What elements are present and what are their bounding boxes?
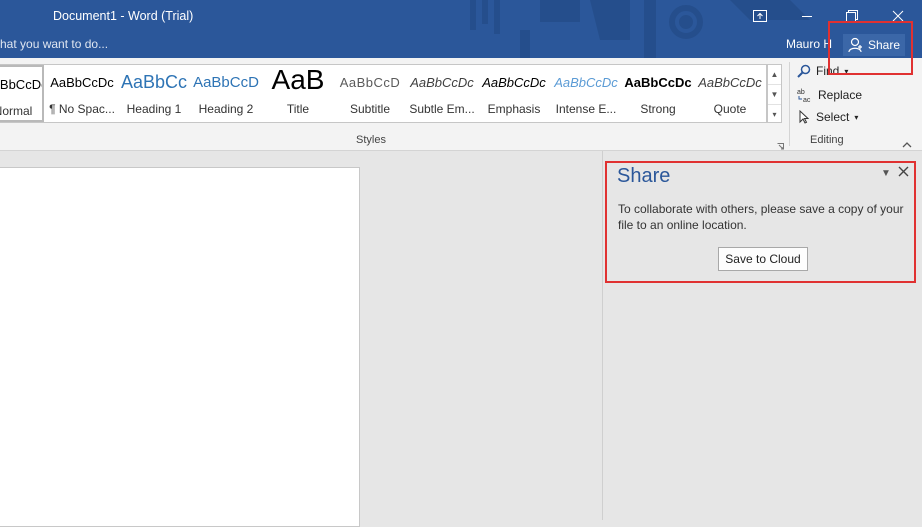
group-separator	[789, 62, 790, 146]
replace-icon: abac	[797, 89, 811, 103]
find-label: Find	[816, 64, 840, 78]
style-quote[interactable]: AaBbCcDc Quote	[694, 65, 766, 122]
styles-gallery: AaBbCcDc Normal AaBbCcDc ¶ No Spac... Aa…	[0, 64, 767, 123]
styles-dialog-launcher-icon[interactable]	[777, 137, 784, 150]
style-label: Emphasis	[487, 102, 541, 116]
style-sample: AaBbCcD	[193, 74, 259, 91]
close-button[interactable]	[887, 6, 909, 26]
style-label: Intense E...	[555, 102, 617, 116]
minimize-icon	[802, 16, 812, 17]
ribbon-display-icon	[753, 10, 767, 22]
svg-text:ac: ac	[803, 97, 811, 103]
select-label: Select	[816, 110, 850, 124]
scroll-down-icon[interactable]: ▼	[768, 85, 781, 105]
pane-close-icon[interactable]	[898, 164, 909, 180]
style-sample: AaB	[271, 65, 325, 95]
select-cursor-icon	[799, 110, 810, 124]
style-intense-emphasis[interactable]: AaBbCcDc Intense E...	[550, 65, 622, 122]
share-pane-title: Share	[617, 165, 671, 187]
style-sample: AaBbCcDc	[554, 75, 618, 90]
svg-text:ab: ab	[797, 89, 805, 96]
style-heading-2[interactable]: AaBbCcD Heading 2	[190, 65, 262, 122]
style-sample: AaBbCcDc	[410, 75, 474, 90]
style-sample: AaBbCcDc	[698, 75, 762, 90]
style-label: Title	[286, 102, 310, 116]
style-label: ¶ No Spac...	[49, 102, 115, 116]
select-dropdown-icon: ▾	[854, 112, 859, 122]
share-pane-message: To collaborate with others, please save …	[618, 202, 904, 232]
style-sample: AaBbCcDc	[482, 75, 546, 90]
save-to-cloud-button[interactable]: Save to Cloud	[718, 247, 808, 271]
style-label: Strong	[640, 102, 676, 116]
styles-group-label: Styles	[356, 134, 386, 146]
share-button[interactable]: Share	[843, 34, 905, 56]
share-button-label: Share	[868, 38, 901, 52]
find-button[interactable]: Find ▾	[797, 64, 848, 78]
style-label: Heading 2	[198, 102, 254, 116]
style-heading-1[interactable]: AaBbCc Heading 1	[118, 65, 190, 122]
document-canvas	[0, 151, 602, 527]
select-button[interactable]: Select ▾	[797, 110, 858, 124]
document-title: Document1 - Word (Trial)	[53, 9, 194, 23]
replace-label: Replace	[818, 88, 863, 102]
ribbon-display-options-button[interactable]	[749, 6, 771, 26]
tell-me-search[interactable]: hat you want to do...	[0, 37, 108, 51]
style-label: Normal	[0, 104, 33, 118]
restore-button[interactable]	[841, 6, 863, 26]
find-dropdown-icon: ▾	[844, 66, 849, 76]
share-pane: Share ▼ To collaborate with others, plea…	[602, 151, 922, 520]
replace-button[interactable]: ab ac Replace	[797, 87, 862, 103]
style-label: Quote	[713, 102, 747, 116]
restore-icon	[846, 10, 858, 22]
minimize-button[interactable]	[796, 6, 818, 26]
more-styles-icon[interactable]: ▾	[768, 105, 781, 124]
style-label: Subtle Em...	[409, 102, 475, 116]
style-strong[interactable]: AaBbCcDc Strong	[622, 65, 694, 122]
user-name[interactable]: Mauro H	[786, 37, 832, 51]
style-sample: AaBbCcDc	[50, 75, 114, 90]
scroll-up-icon[interactable]: ▲	[768, 65, 781, 85]
style-label: Heading 1	[126, 102, 182, 116]
style-normal[interactable]: AaBbCcDc Normal	[0, 65, 44, 122]
ribbon: AaBbCcDc Normal AaBbCcDc ¶ No Spac... Aa…	[0, 58, 922, 151]
style-sample: AaBbCcDc	[0, 77, 42, 92]
styles-gallery-scroll: ▲ ▼ ▾	[767, 64, 782, 123]
style-emphasis[interactable]: AaBbCcDc Emphasis	[478, 65, 550, 122]
style-sample: AaBbCcD	[339, 75, 401, 90]
style-sample: AaBbCc	[120, 72, 188, 92]
style-no-spacing[interactable]: AaBbCcDc ¶ No Spac...	[46, 65, 118, 122]
style-subtitle[interactable]: AaBbCcD Subtitle	[334, 65, 406, 122]
title-bar: Document1 - Word (Trial) hat you want to…	[0, 0, 922, 58]
close-icon	[892, 10, 904, 22]
find-icon	[797, 64, 811, 78]
pane-options-icon[interactable]: ▼	[881, 168, 891, 179]
share-person-icon	[848, 37, 862, 53]
style-sample: AaBbCcDc	[624, 75, 692, 90]
editing-group-label: Editing	[810, 134, 844, 146]
document-page[interactable]	[0, 167, 360, 527]
style-title[interactable]: AaB Title	[262, 65, 334, 122]
style-subtle-emphasis[interactable]: AaBbCcDc Subtle Em...	[406, 65, 478, 122]
style-label: Subtitle	[349, 102, 391, 116]
